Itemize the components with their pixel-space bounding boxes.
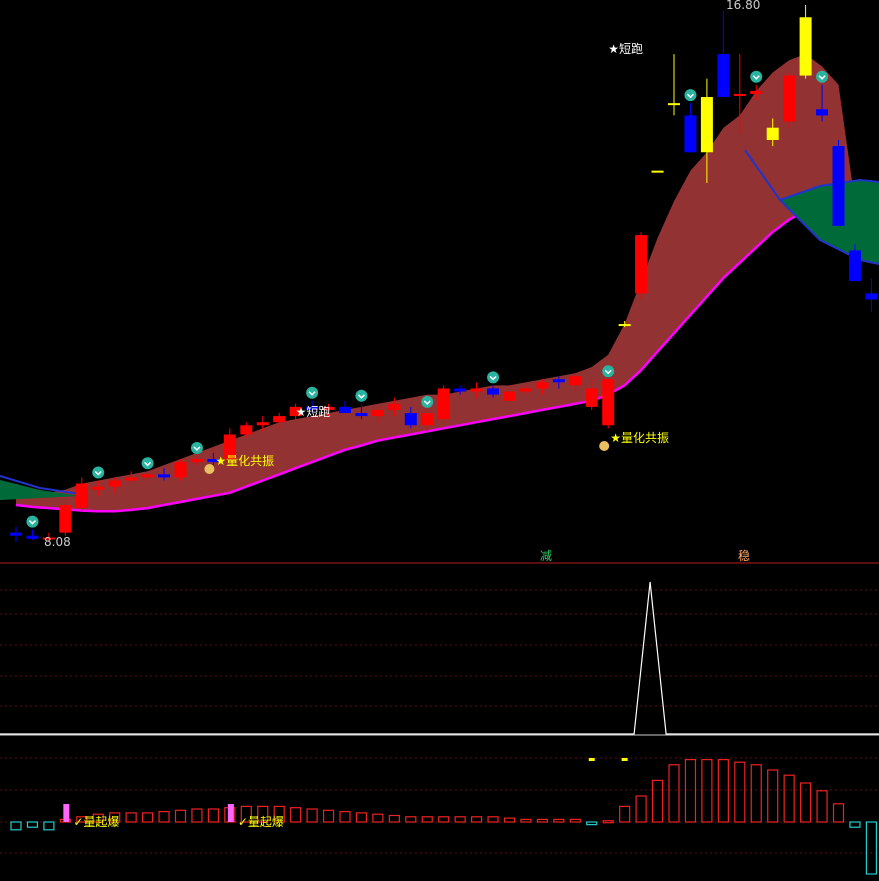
short-run-signal: ★短跑 xyxy=(296,405,331,419)
buy-badge-icon xyxy=(684,89,697,102)
candle-body xyxy=(750,90,763,94)
candle-body xyxy=(519,388,532,392)
volume-burst-signal: ✓量起爆 xyxy=(238,815,284,829)
histogram-peak-mark xyxy=(588,758,595,761)
candle-body xyxy=(832,146,845,226)
high-price-label: 16.80 xyxy=(726,0,760,12)
candle-body xyxy=(421,412,434,426)
candle-body xyxy=(339,406,351,413)
buy-badge-icon xyxy=(141,457,154,470)
histogram-peak-mark xyxy=(621,758,628,761)
candle-body xyxy=(733,93,746,96)
candle-body xyxy=(865,293,878,300)
candle-body xyxy=(174,462,187,478)
burst-bar xyxy=(227,804,234,822)
candle-body xyxy=(487,388,500,395)
candle-body xyxy=(404,412,417,426)
stock-chart: ★短跑 ★短跑 ★量化共振 ★量化共振 ✓量起爆 ✓量起爆 16.80 8.08 减 稳 xyxy=(0,0,879,881)
buy-badge-icon xyxy=(487,371,500,384)
candle-body xyxy=(536,382,549,389)
candle-body xyxy=(240,425,253,435)
candle-body xyxy=(371,409,384,417)
burst-bar xyxy=(63,804,70,822)
buy-badge-icon xyxy=(355,389,368,402)
buy-badge-icon xyxy=(602,365,615,378)
candle-body xyxy=(75,483,88,509)
buy-badge-icon xyxy=(421,395,434,408)
candle-body xyxy=(388,403,401,410)
candle-body xyxy=(355,412,368,417)
candle-body xyxy=(684,115,697,153)
candle-body xyxy=(158,474,171,478)
reduce-marker: 减 xyxy=(540,549,552,563)
candle-body xyxy=(618,324,631,327)
candle-body xyxy=(190,459,203,463)
candle-body xyxy=(125,477,138,481)
candle-body xyxy=(454,388,467,392)
candle-body xyxy=(108,480,121,487)
candle-body xyxy=(651,170,664,173)
low-price-label: 8.08 xyxy=(44,535,71,549)
money-bag-icon xyxy=(204,464,215,474)
candle-body xyxy=(717,54,730,98)
candle-body xyxy=(59,505,72,533)
buy-badge-icon xyxy=(816,70,829,83)
candle-body xyxy=(816,109,829,116)
candle-body xyxy=(273,416,286,423)
candle-body xyxy=(10,532,22,536)
buy-badge-icon xyxy=(750,70,763,83)
candle-body xyxy=(585,388,598,407)
short-run-signal: ★短跑 xyxy=(608,42,643,56)
candle-body xyxy=(256,422,269,426)
candle-body xyxy=(848,250,861,282)
candle-body xyxy=(503,391,516,401)
candle-body xyxy=(783,75,796,122)
stock-marker: 稳 xyxy=(738,548,750,563)
candle-body xyxy=(799,17,812,76)
candle-body xyxy=(668,103,680,106)
buy-badge-icon xyxy=(306,386,319,399)
buy-badge-icon xyxy=(190,441,203,454)
candle-body xyxy=(470,388,483,392)
candle-body xyxy=(92,486,105,490)
candle-body xyxy=(635,235,648,294)
resonance-signal: ★量化共振 xyxy=(215,454,274,468)
candle-body xyxy=(26,535,39,539)
candle-body xyxy=(569,376,582,386)
money-bag-icon xyxy=(599,441,610,451)
volume-burst-signal: ✓量起爆 xyxy=(73,815,119,829)
candle-body xyxy=(141,474,154,478)
candle-body xyxy=(437,388,450,420)
candle-body xyxy=(700,97,713,153)
candle-body xyxy=(766,127,779,140)
resonance-signal: ★量化共振 xyxy=(610,431,669,445)
buy-badge-icon xyxy=(92,466,105,479)
candle-body xyxy=(552,379,565,383)
buy-badge-icon xyxy=(26,515,39,528)
candle-body xyxy=(602,379,615,426)
